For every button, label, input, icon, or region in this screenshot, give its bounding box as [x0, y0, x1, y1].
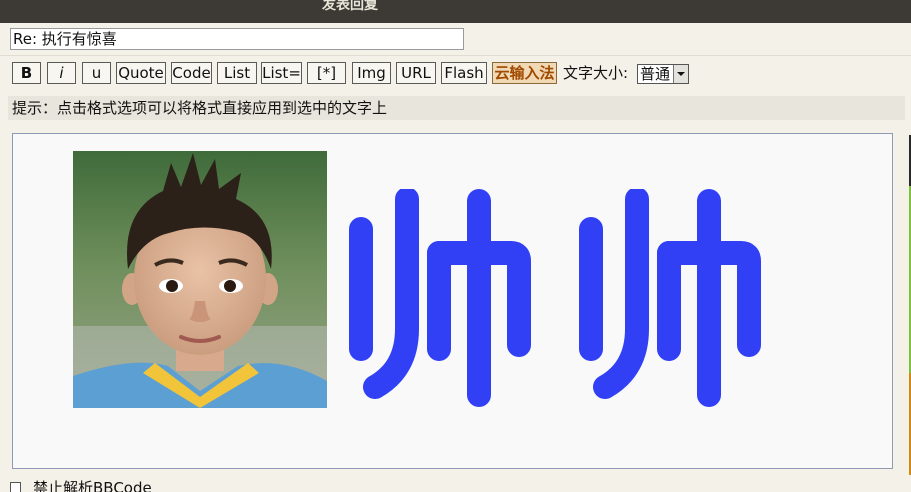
subject-input[interactable] — [10, 28, 464, 50]
handsome-text-graphic — [349, 189, 761, 407]
font-size-select[interactable]: 普通 — [637, 64, 689, 84]
window-title: 发表回复 — [322, 0, 378, 13]
window-titlebar: 发表回复 — [0, 0, 911, 23]
chevron-down-icon[interactable] — [673, 65, 688, 83]
ordered-list-button[interactable]: List= — [261, 62, 302, 84]
italic-button[interactable]: i — [47, 62, 76, 84]
flash-button[interactable]: Flash — [441, 62, 487, 84]
underline-button[interactable]: u — [82, 62, 111, 84]
font-size-label: 文字大小: — [563, 64, 629, 82]
content-glyphs — [349, 189, 761, 407]
code-button[interactable]: Code — [171, 62, 212, 84]
disable-bbcode-label: 禁止解析BBCode — [33, 479, 152, 492]
bold-button[interactable]: B — [12, 62, 41, 84]
boy-photo — [73, 151, 327, 408]
list-item-button[interactable]: [*] — [307, 62, 346, 84]
url-button[interactable]: URL — [396, 62, 436, 84]
list-button[interactable]: List — [217, 62, 257, 84]
divider — [0, 55, 911, 56]
format-toolbar: B i u Quote Code List List= [*] Img URL … — [0, 62, 911, 87]
font-size-value: 普通 — [640, 65, 671, 83]
cloud-ime-button[interactable]: 云输入法 — [492, 62, 557, 84]
quote-button[interactable]: Quote — [116, 62, 166, 84]
options-area: 禁止解析BBCode — [0, 476, 911, 492]
image-button[interactable]: Img — [352, 62, 391, 84]
message-editor[interactable] — [12, 133, 893, 469]
format-hint: 提示：点击格式选项可以将格式直接应用到选中的文字上 — [8, 96, 905, 120]
disable-bbcode-checkbox[interactable] — [10, 482, 21, 492]
